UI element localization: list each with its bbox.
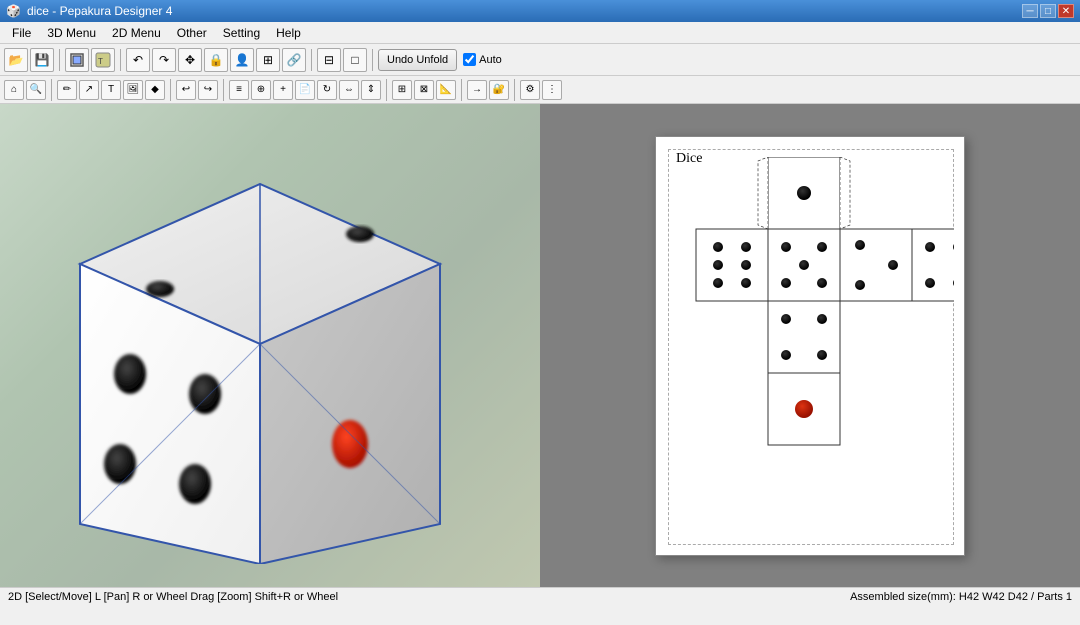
3d-view-button[interactable]: [65, 48, 89, 72]
app-icon: 🎲: [6, 4, 21, 18]
svg-text:T: T: [98, 57, 103, 66]
2d-view-panel[interactable]: Dice: [540, 104, 1080, 587]
statusbar: 2D [Select/Move] L [Pan] R or Wheel Drag…: [0, 587, 1080, 605]
menu-3dmenu[interactable]: 3D Menu: [39, 22, 104, 44]
texture-button[interactable]: T: [91, 48, 115, 72]
auto-checkbox[interactable]: [463, 53, 476, 66]
add-button[interactable]: +: [273, 80, 293, 100]
arrow-button[interactable]: →: [467, 80, 487, 100]
rotate2-button[interactable]: ↻: [317, 80, 337, 100]
grid-button[interactable]: ⊠: [414, 80, 434, 100]
zoom-button[interactable]: 🔍: [26, 80, 46, 100]
dice-net-svg: [668, 157, 954, 537]
center-button[interactable]: ⊕: [251, 80, 271, 100]
part-button[interactable]: ⊞: [392, 80, 412, 100]
menubar: File 3D Menu 2D Menu Other Setting Help: [0, 22, 1080, 44]
menu-setting[interactable]: Setting: [215, 22, 268, 44]
3d-view-panel[interactable]: [0, 104, 540, 587]
rotate-left-button[interactable]: ↶: [126, 48, 150, 72]
toolbar-separator3: [311, 49, 312, 71]
split-button[interactable]: ⊞: [256, 48, 280, 72]
image-button[interactable]: 🖼: [123, 80, 143, 100]
menu-2dmenu[interactable]: 2D Menu: [104, 22, 169, 44]
flip-h-button[interactable]: ⇔: [339, 80, 359, 100]
menu-other[interactable]: Other: [169, 22, 215, 44]
open-button[interactable]: 📂: [4, 48, 28, 72]
toolbar2: ⌂ 🔍 ✏ ↗ T 🖼 ◆ ↩ ↪ ≡ ⊕ + 📄 ↻ ⇔ ⇕ ⊞ ⊠ 📐 → …: [0, 76, 1080, 104]
measure-button[interactable]: 📐: [436, 80, 456, 100]
window-title: dice - Pepakura Designer 4: [27, 4, 172, 18]
statusbar-right: Assembled size(mm): H42 W42 D42 / Parts …: [850, 591, 1072, 603]
toolbar1: 📂 💾 T ↶ ↷ ✥ 🔒 👤 ⊞ 🔗 ⊟ □ Undo Unfold Auto: [0, 44, 1080, 76]
titlebar-controls[interactable]: ─ □ ✕: [1022, 4, 1074, 18]
toolbar2-sep5: [461, 79, 462, 101]
redo-button[interactable]: ↪: [198, 80, 218, 100]
undo-button[interactable]: ↩: [176, 80, 196, 100]
save-button[interactable]: 💾: [30, 48, 54, 72]
undo-unfold-button[interactable]: Undo Unfold: [378, 49, 457, 71]
lock2-button[interactable]: 🔐: [489, 80, 509, 100]
extra-button[interactable]: ⋮: [542, 80, 562, 100]
toolbar2-sep4: [386, 79, 387, 101]
menu-file[interactable]: File: [4, 22, 39, 44]
link-button[interactable]: 🔗: [282, 48, 306, 72]
move-button[interactable]: ✥: [178, 48, 202, 72]
shape-button[interactable]: ◆: [145, 80, 165, 100]
menu-help[interactable]: Help: [268, 22, 309, 44]
lock-button[interactable]: 🔒: [204, 48, 228, 72]
rotate-right-button[interactable]: ↷: [152, 48, 176, 72]
toolbar2-sep3: [223, 79, 224, 101]
toolbar2-sep1: [51, 79, 52, 101]
toolbar-separator: [59, 49, 60, 71]
toolbar-separator4: [372, 49, 373, 71]
paper-sheet: Dice: [655, 136, 965, 556]
home-button[interactable]: ⌂: [4, 80, 24, 100]
statusbar-left: 2D [Select/Move] L [Pan] R or Wheel Drag…: [8, 591, 338, 603]
text-button[interactable]: T: [101, 80, 121, 100]
dice-3d-svg: [20, 134, 500, 564]
person-button[interactable]: 👤: [230, 48, 254, 72]
settings2-button[interactable]: ⚙: [520, 80, 540, 100]
main-content: Dice: [0, 104, 1080, 587]
maximize-button[interactable]: □: [1040, 4, 1056, 18]
pen-button[interactable]: ✏: [57, 80, 77, 100]
close-button[interactable]: ✕: [1058, 4, 1074, 18]
page-button[interactable]: 📄: [295, 80, 315, 100]
toolbar2-sep2: [170, 79, 171, 101]
fold-button[interactable]: ⊟: [317, 48, 341, 72]
toolbar2-sep6: [514, 79, 515, 101]
square-button[interactable]: □: [343, 48, 367, 72]
minimize-button[interactable]: ─: [1022, 4, 1038, 18]
toolbar-separator2: [120, 49, 121, 71]
auto-label[interactable]: Auto: [463, 53, 502, 66]
select-button[interactable]: ↗: [79, 80, 99, 100]
align-button[interactable]: ≡: [229, 80, 249, 100]
titlebar: 🎲 dice - Pepakura Designer 4 ─ □ ✕: [0, 0, 1080, 22]
titlebar-title: 🎲 dice - Pepakura Designer 4: [6, 4, 172, 18]
flip-v-button[interactable]: ⇕: [361, 80, 381, 100]
